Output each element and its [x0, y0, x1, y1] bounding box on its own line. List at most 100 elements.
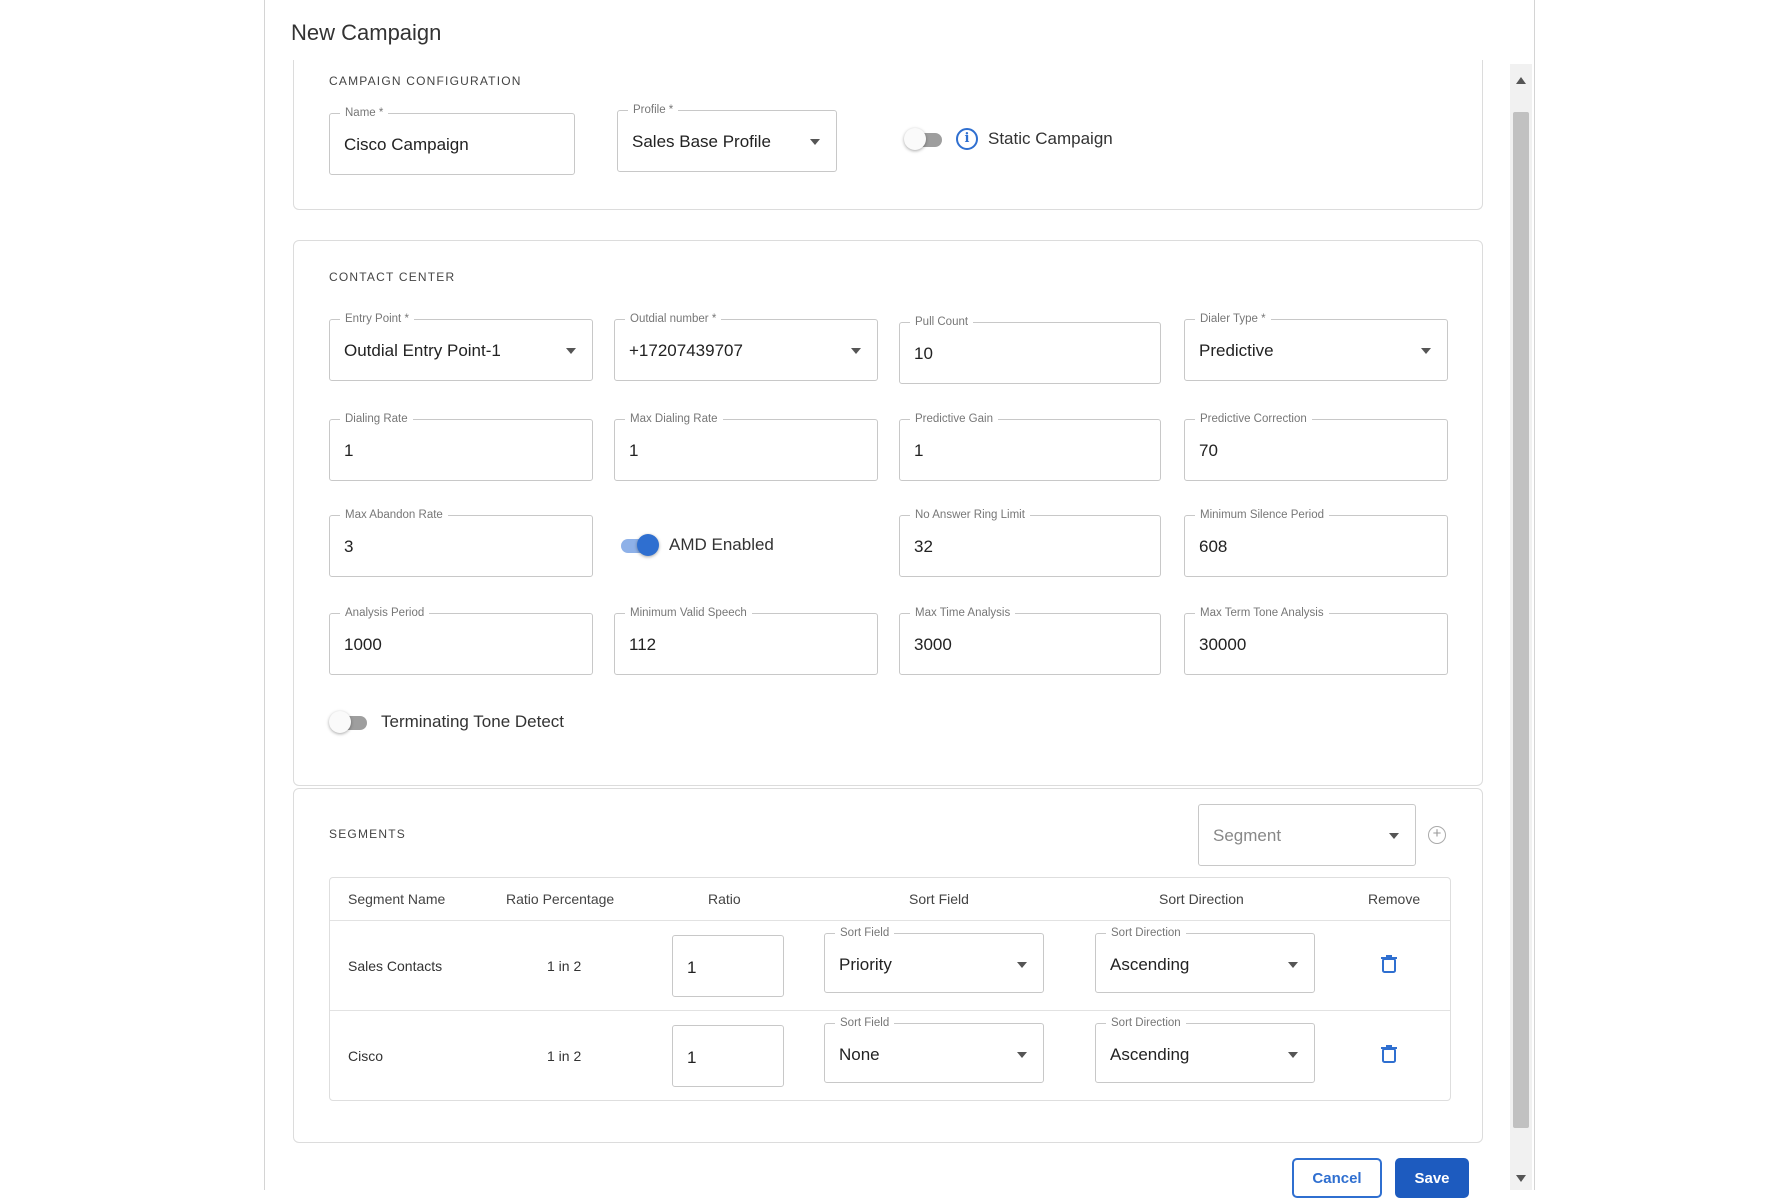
field-value: 1: [687, 1048, 697, 1067]
vertical-scrollbar[interactable]: [1510, 64, 1532, 1190]
sort-direction-select[interactable]: Sort Direction Ascending: [1095, 1016, 1315, 1083]
minimum-valid-speech-field[interactable]: Minimum Valid Speech 112: [614, 606, 878, 675]
chevron-down-icon: [1288, 962, 1298, 968]
field-label: Dialing Rate: [340, 412, 413, 426]
scroll-up-icon[interactable]: [1516, 77, 1526, 84]
field-label: Sort Field: [835, 926, 895, 940]
save-button[interactable]: Save: [1395, 1158, 1469, 1198]
field-label: Max Time Analysis: [910, 606, 1016, 620]
profile-select[interactable]: Profile * Sales Base Profile: [617, 103, 837, 172]
max-dialing-rate-field[interactable]: Max Dialing Rate 1: [614, 412, 878, 481]
entry-point-select[interactable]: Entry Point * Outdial Entry Point-1: [329, 312, 593, 381]
switch-thumb: [904, 128, 926, 150]
field-label: Entry Point *: [340, 312, 414, 326]
terminating-tone-detect-toggle[interactable]: Terminating Tone Detect: [329, 710, 564, 734]
field-value: 1: [914, 441, 924, 460]
ratio-percentage: 1 in 2: [547, 958, 582, 974]
cancel-button[interactable]: Cancel: [1292, 1158, 1382, 1198]
ratio-input[interactable]: 1: [672, 935, 784, 997]
trash-icon[interactable]: [1380, 1044, 1398, 1064]
predictive-correction-field[interactable]: Predictive Correction 70: [1184, 412, 1448, 481]
column-header: Sort Direction: [1159, 891, 1244, 907]
field-value: Outdial Entry Point-1: [344, 341, 501, 360]
static-campaign-toggle[interactable]: i Static Campaign: [904, 127, 1113, 151]
max-abandon-rate-field[interactable]: Max Abandon Rate 3: [329, 508, 593, 577]
field-value: Ascending: [1110, 955, 1190, 974]
amd-enabled-toggle[interactable]: AMD Enabled: [617, 533, 774, 557]
sort-field-select[interactable]: Sort Field Priority: [824, 926, 1044, 993]
max-time-analysis-field[interactable]: Max Time Analysis 3000: [899, 606, 1161, 675]
new-campaign-dialog: New Campaign CAMPAIGN CONFIGURATION Name…: [264, 0, 1535, 1198]
chevron-down-icon: [810, 139, 820, 145]
dialog-title: New Campaign: [291, 20, 442, 45]
field-label: No Answer Ring Limit: [910, 508, 1030, 522]
toggle-label: AMD Enabled: [669, 535, 774, 554]
chevron-down-icon: [1389, 833, 1399, 839]
sort-field-select[interactable]: Sort Field None: [824, 1016, 1044, 1083]
chevron-down-icon: [566, 348, 576, 354]
scrollbar-thumb[interactable]: [1513, 112, 1529, 1128]
field-label: Minimum Valid Speech: [625, 606, 752, 620]
field-placeholder: Segment: [1213, 826, 1282, 845]
field-value: 10: [914, 344, 933, 363]
field-value: 1: [344, 441, 354, 460]
field-value: 1000: [344, 635, 382, 654]
field-value: 1: [629, 441, 639, 460]
column-header: Ratio Percentage: [506, 891, 615, 907]
segments-section: SEGMENTS Segment + Segment Name Ratio Pe…: [293, 788, 1483, 1143]
chevron-down-icon: [1017, 962, 1027, 968]
toggle-label: Static Campaign: [988, 129, 1113, 148]
toggle-switch[interactable]: [617, 533, 659, 557]
ratio-percentage: 1 in 2: [547, 1048, 582, 1064]
switch-thumb: [329, 711, 351, 733]
field-label: Max Term Tone Analysis: [1195, 606, 1329, 620]
analysis-period-field[interactable]: Analysis Period 1000: [329, 606, 593, 675]
field-label: Dialer Type *: [1195, 312, 1271, 326]
field-value: 70: [1199, 441, 1218, 460]
field-label: Sort Direction: [1106, 926, 1186, 940]
ratio-input[interactable]: 1: [672, 1025, 784, 1087]
field-label: Analysis Period: [340, 606, 430, 620]
dialing-rate-field[interactable]: Dialing Rate 1: [329, 412, 593, 481]
name-field[interactable]: Name * Cisco Campaign: [329, 106, 575, 175]
minimum-silence-period-field[interactable]: Minimum Silence Period 608: [1184, 508, 1448, 577]
toggle-switch[interactable]: [904, 127, 946, 151]
field-value: None: [839, 1045, 880, 1064]
max-term-tone-analysis-field[interactable]: Max Term Tone Analysis 30000: [1184, 606, 1448, 675]
scroll-down-icon[interactable]: [1516, 1175, 1526, 1182]
segment-select[interactable]: Segment: [1198, 804, 1416, 866]
sort-direction-select[interactable]: Sort Direction Ascending: [1095, 926, 1315, 993]
switch-thumb: [637, 534, 659, 556]
field-label: Profile *: [628, 103, 679, 117]
add-segment-icon[interactable]: +: [1428, 826, 1446, 844]
dialer-type-select[interactable]: Dialer Type * Predictive: [1184, 312, 1448, 381]
table-row: Sales Contacts 1 in 2 1 Sort Field Prior…: [330, 920, 1450, 1010]
field-value: Sales Base Profile: [632, 132, 771, 151]
field-value: 32: [914, 537, 933, 556]
section-title: SEGMENTS: [329, 827, 406, 841]
column-header: Segment Name: [348, 891, 446, 907]
field-value: +17207439707: [629, 341, 743, 360]
section-title: CONTACT CENTER: [329, 270, 456, 284]
field-value: 30000: [1199, 635, 1247, 654]
field-value: 1: [687, 958, 697, 977]
field-value: Ascending: [1110, 1045, 1190, 1064]
field-value: 3000: [914, 635, 952, 654]
info-icon[interactable]: i: [956, 128, 978, 150]
predictive-gain-field[interactable]: Predictive Gain 1: [899, 412, 1161, 481]
toggle-label: Terminating Tone Detect: [381, 712, 565, 731]
column-header: Sort Field: [909, 891, 969, 907]
column-header: Remove: [1368, 891, 1421, 907]
column-header: Ratio: [708, 891, 741, 907]
chevron-down-icon: [1017, 1052, 1027, 1058]
pull-count-field[interactable]: Pull Count 10: [899, 315, 1161, 384]
field-label: Sort Field: [835, 1016, 895, 1030]
trash-icon[interactable]: [1380, 954, 1398, 974]
contact-center-section: CONTACT CENTER Entry Point * Outdial Ent…: [293, 240, 1483, 786]
segment-name: Cisco: [348, 1048, 384, 1064]
chevron-down-icon: [851, 348, 861, 354]
table-row: Cisco 1 in 2 1 Sort Field None Sort Dire…: [330, 1010, 1450, 1100]
outdial-number-select[interactable]: Outdial number * +17207439707: [614, 312, 878, 381]
no-answer-ring-limit-field[interactable]: No Answer Ring Limit 32: [899, 508, 1161, 577]
toggle-switch[interactable]: [329, 710, 371, 734]
